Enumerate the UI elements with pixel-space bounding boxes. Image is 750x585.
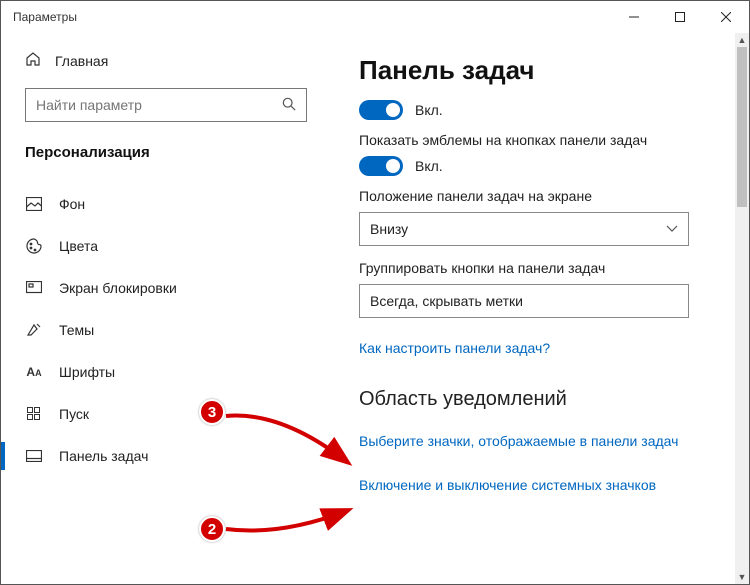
emblems-label: Показать эмблемы на кнопках панели задач	[359, 132, 737, 148]
palette-icon	[25, 238, 43, 254]
sidebar-item-label: Цвета	[59, 238, 98, 254]
scroll-track[interactable]	[735, 47, 749, 570]
window-title: Параметры	[13, 10, 611, 24]
sidebar-item-label: Панель задач	[59, 448, 148, 464]
close-button[interactable]	[703, 1, 749, 33]
toggle-1-label: Вкл.	[415, 102, 443, 118]
sidebar-item-fonts[interactable]: AA Шрифты	[25, 352, 307, 392]
settings-window: Параметры Главная	[0, 0, 750, 585]
toggle-2-label: Вкл.	[415, 158, 443, 174]
help-link[interactable]: Как настроить панели задач?	[359, 340, 550, 356]
sidebar-item-label: Экран блокировки	[59, 280, 177, 296]
sidebar-item-colors[interactable]: Цвета	[25, 226, 307, 266]
position-value: Внизу	[370, 221, 408, 237]
sidebar: Главная Персонализация Фон Цвета Экран б…	[1, 33, 331, 584]
content-area: Панель задач Вкл. Показать эмблемы на кн…	[331, 33, 749, 584]
home-icon	[25, 51, 41, 70]
scroll-up-icon[interactable]: ▲	[735, 33, 749, 47]
fonts-icon: AA	[25, 365, 43, 379]
category-title: Персонализация	[25, 144, 307, 161]
minimize-button[interactable]	[611, 1, 657, 33]
sidebar-item-label: Темы	[59, 322, 94, 338]
section-notifications-heading: Область уведомлений	[359, 388, 737, 411]
scroll-thumb[interactable]	[737, 47, 747, 207]
sidebar-item-lockscreen[interactable]: Экран блокировки	[25, 268, 307, 308]
search-icon	[282, 97, 296, 114]
link-select-icons[interactable]: Выберите значки, отображаемые в панели з…	[359, 433, 678, 449]
search-box[interactable]	[25, 88, 307, 122]
group-label: Группировать кнопки на панели задач	[359, 260, 737, 276]
sidebar-item-themes[interactable]: Темы	[25, 310, 307, 350]
link-toggle-system-icons[interactable]: Включение и выключение системных значков	[359, 477, 656, 493]
window-body: Главная Персонализация Фон Цвета Экран б…	[1, 33, 749, 584]
group-value: Всегда, скрывать метки	[370, 293, 523, 309]
annotation-badge-2: 2	[199, 516, 225, 542]
window-controls	[611, 1, 749, 33]
home-nav[interactable]: Главная	[25, 51, 307, 70]
chevron-down-icon	[666, 222, 678, 236]
toggle-1[interactable]	[359, 100, 403, 120]
sidebar-item-label: Пуск	[59, 406, 89, 422]
sidebar-item-label: Фон	[59, 196, 85, 212]
search-input[interactable]	[36, 97, 282, 113]
annotation-badge-3: 3	[199, 399, 225, 425]
toggle-row-2: Вкл.	[359, 156, 737, 176]
themes-icon	[25, 322, 43, 338]
sidebar-item-taskbar[interactable]: Панель задач	[25, 436, 307, 476]
position-select[interactable]: Внизу	[359, 212, 689, 246]
sidebar-item-start[interactable]: Пуск	[25, 394, 307, 434]
vertical-scrollbar[interactable]: ▲ ▼	[735, 33, 749, 584]
scroll-down-icon[interactable]: ▼	[735, 570, 749, 584]
sidebar-item-background[interactable]: Фон	[25, 184, 307, 224]
group-select[interactable]: Всегда, скрывать метки	[359, 284, 689, 318]
taskbar-icon	[25, 450, 43, 462]
toggle-row-1: Вкл.	[359, 100, 737, 120]
titlebar: Параметры	[1, 1, 749, 33]
page-heading: Панель задач	[359, 55, 737, 86]
home-label: Главная	[55, 53, 108, 69]
start-icon	[25, 407, 43, 421]
sidebar-item-label: Шрифты	[59, 364, 115, 380]
lockscreen-icon	[25, 281, 43, 295]
maximize-button[interactable]	[657, 1, 703, 33]
position-label: Положение панели задач на экране	[359, 188, 737, 204]
picture-icon	[25, 197, 43, 211]
toggle-2[interactable]	[359, 156, 403, 176]
